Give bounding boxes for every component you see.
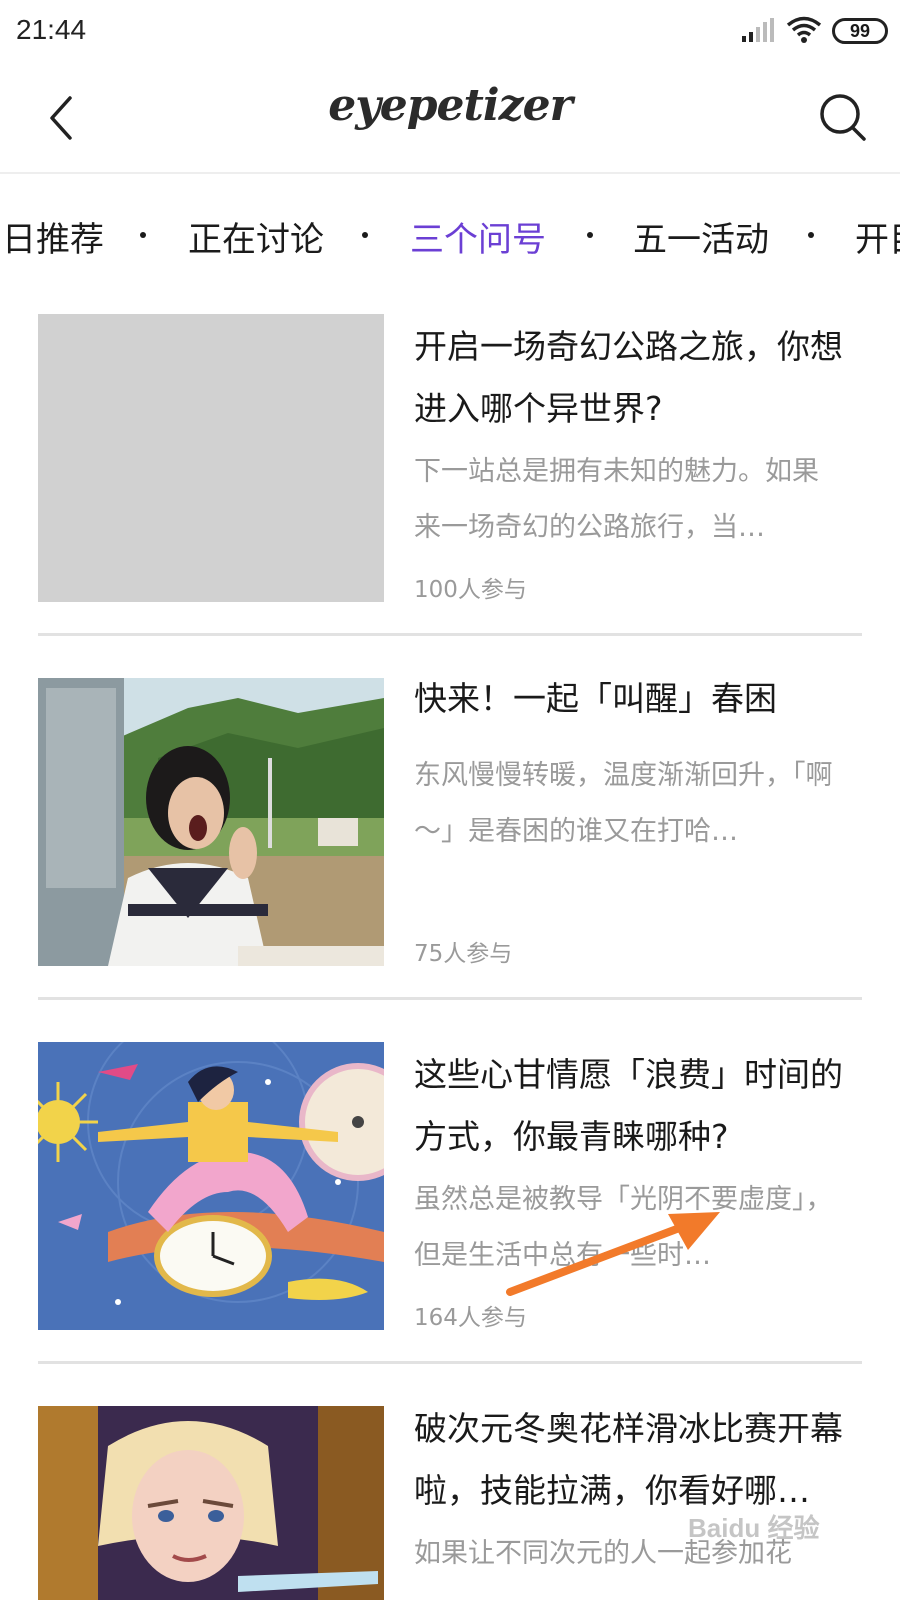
tab-daily-recommend[interactable]: 日推荐 [2,212,104,261]
topic-card[interactable]: 这些心甘情愿「浪费」时间的方式，你最青睐哪种? 虽然总是被教导「光阴不要虚度」，… [38,1042,862,1358]
tab-separator [362,232,368,238]
topic-description: 东风慢慢转暖，温度渐渐回升，「啊～」是春困的谁又在打哈… [414,760,833,847]
divider [38,997,862,1000]
status-time: 21:44 [16,14,87,45]
category-tabs: 日推荐 正在讨论 三个问号 五一活动 开目 [0,176,900,292]
battery-indicator: 99 [832,18,888,44]
topic-title: 破次元冬奥花样滑冰比赛开幕啦，技能拉满，你看好哪… [414,1409,843,1510]
participant-count: 100人参与 [414,577,527,603]
thumbnail-image [38,1406,384,1600]
topic-card[interactable]: 破次元冬奥花样滑冰比赛开幕啦，技能拉满，你看好哪… 如果让不同次元的人一起参加花 [38,1406,862,1600]
thumbnail-image [38,678,384,966]
tab-more[interactable]: 开目 [855,212,900,261]
thumbnail-illustration [38,1042,384,1330]
topic-title: 这些心甘情愿「浪费」时间的方式，你最青睐哪种? [414,1055,843,1156]
topic-title: 开启一场奇幻公路之旅，你想进入哪个异世界? [414,327,843,428]
tab-may-day-event[interactable]: 五一活动 [633,212,769,261]
app-logo-title: eyepetizer [328,80,573,131]
topic-title: 快来！一起「叫醒」春困 [414,679,777,718]
signal-icon [742,18,774,42]
search-icon[interactable] [818,92,868,144]
annotation-arrow-icon [506,1212,720,1296]
topic-card[interactable]: 快来！一起「叫醒」春困 东风慢慢转暖，温度渐渐回升，「啊～」是春困的谁又在打哈…… [38,678,862,994]
tab-discussing[interactable]: 正在讨论 [188,212,324,261]
tab-three-questions[interactable]: 三个问号 [410,212,546,261]
topic-card[interactable]: 开启一场奇幻公路之旅，你想进入哪个异世界? 下一站总是拥有未知的魅力。如果来一场… [38,314,862,630]
status-bar: 21:44 99 [0,0,900,62]
tab-separator [808,232,814,238]
app-bar: eyepetizer [0,62,900,174]
watermark-logo: Baidu 经验 [688,1513,820,1543]
participant-count: 164人参与 [414,1305,527,1331]
topic-description: 下一站总是拥有未知的魅力。如果来一场奇幻的公路旅行，当… [414,456,819,543]
thumbnail-placeholder [38,314,384,602]
tab-separator [587,232,593,238]
participant-count: 75人参与 [414,941,513,967]
divider [38,1361,862,1364]
tab-separator [140,232,146,238]
wifi-icon [786,16,822,43]
divider [38,633,862,636]
